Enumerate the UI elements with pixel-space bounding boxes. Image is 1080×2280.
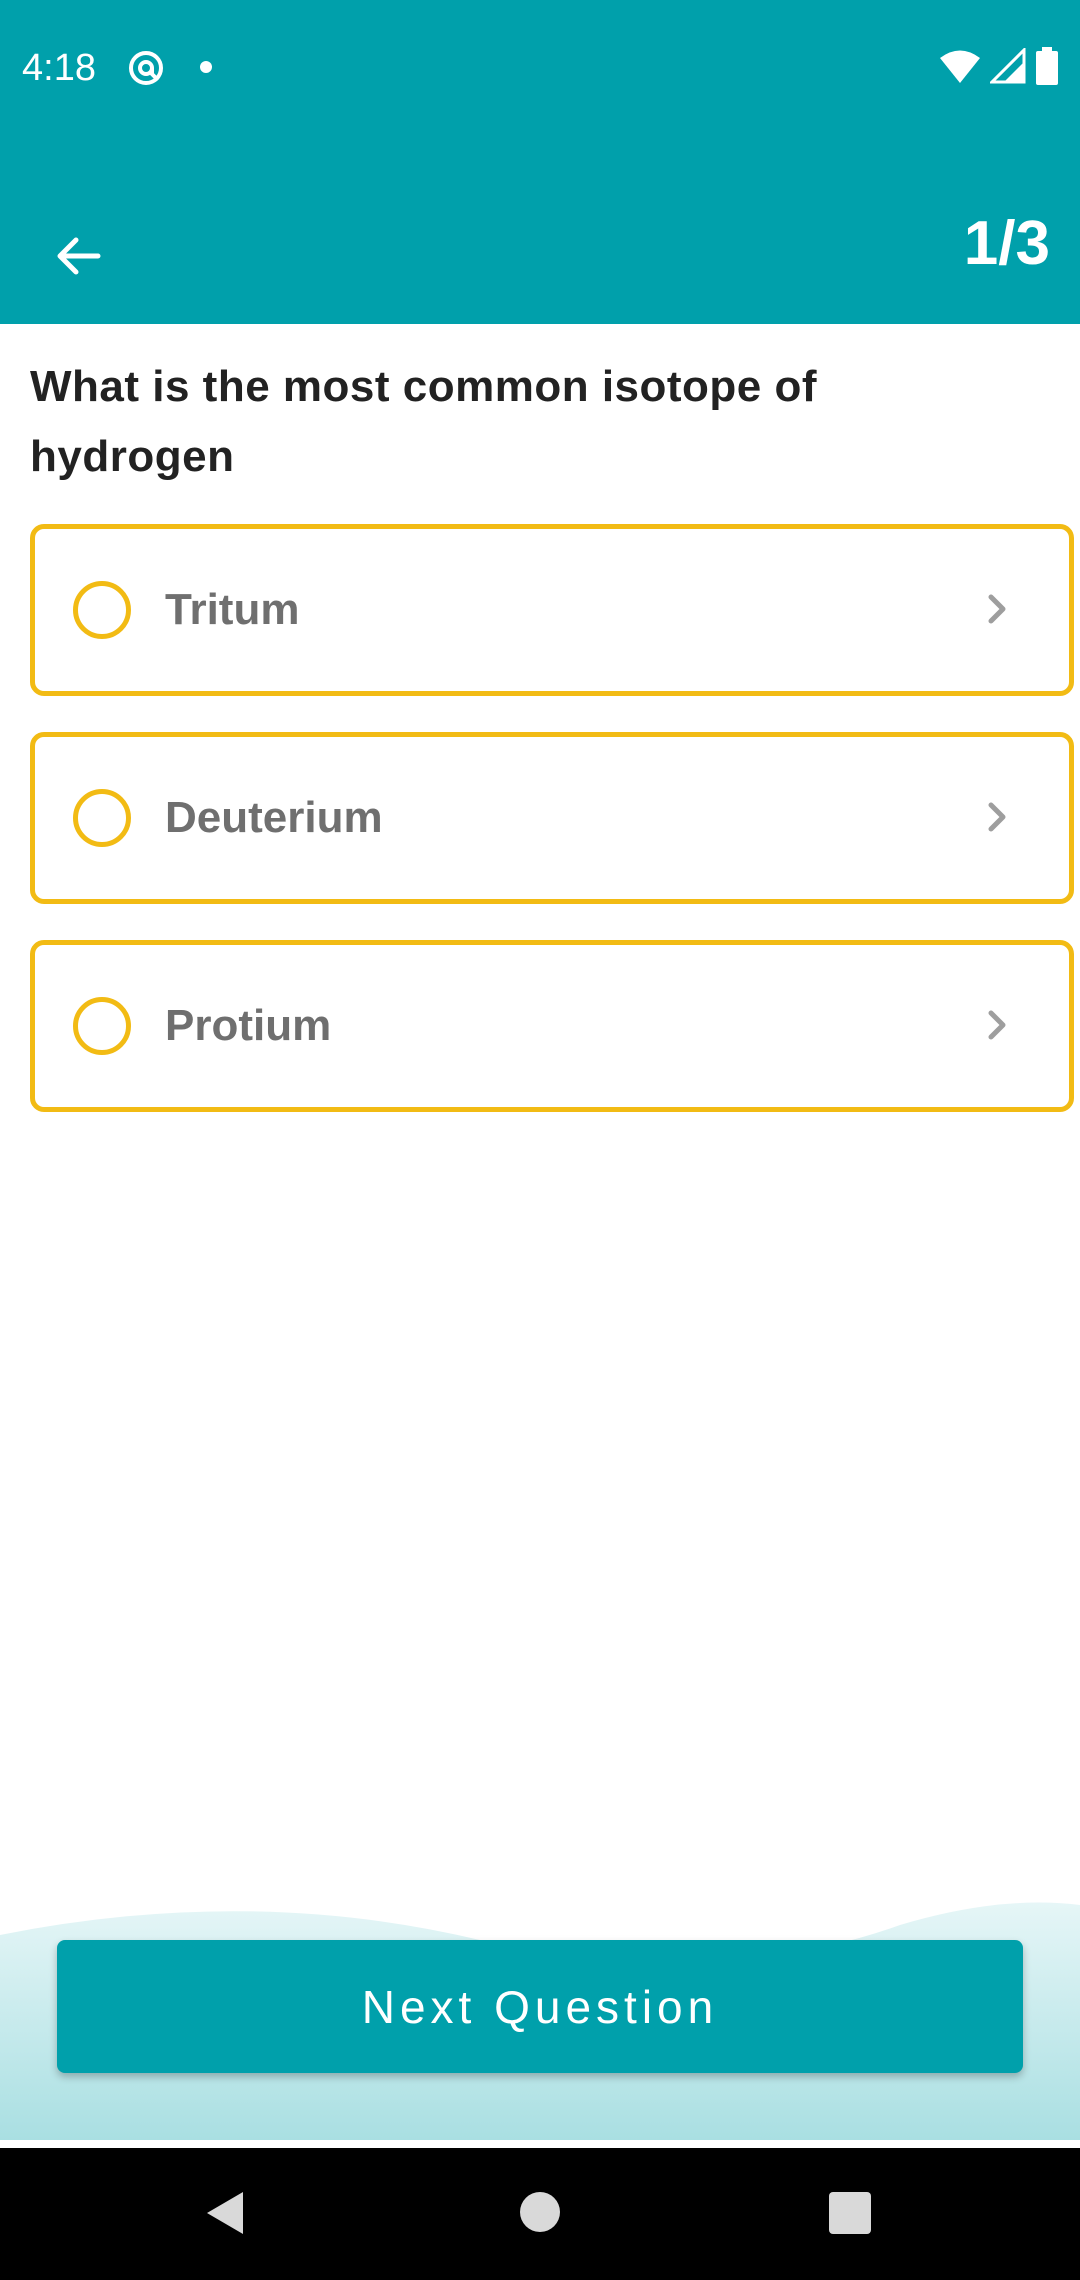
answer-option-tritum[interactable]: Tritum xyxy=(30,524,1074,696)
question-progress: 1/3 xyxy=(963,209,1050,278)
nav-recents-icon[interactable] xyxy=(829,2192,871,2234)
radio-icon[interactable] xyxy=(73,581,131,639)
question-text: What is the most common isotope of hydro… xyxy=(30,362,818,481)
answer-option-label: Deuterium xyxy=(165,793,383,842)
app-bar: 1/3 xyxy=(0,136,1080,324)
battery-icon xyxy=(1036,47,1058,85)
next-question-button[interactable]: Next Question xyxy=(57,1940,1023,2073)
chevron-right-icon xyxy=(988,594,1006,624)
status-time: 4:18 xyxy=(22,47,96,89)
radio-icon[interactable] xyxy=(73,997,131,1055)
at-sign-icon xyxy=(129,51,163,85)
chevron-right-icon xyxy=(988,1010,1006,1040)
chevron-right-icon xyxy=(988,802,1006,832)
answer-option-label: Tritum xyxy=(165,585,300,634)
status-icons xyxy=(940,46,1058,86)
answer-option-protium[interactable]: Protium xyxy=(30,940,1074,1112)
divider xyxy=(0,2140,1080,2148)
answer-option-deuterium[interactable]: Deuterium xyxy=(30,732,1074,904)
status-bar: 4:18 xyxy=(0,0,1080,136)
wifi-icon xyxy=(940,50,980,83)
cell-signal-icon xyxy=(990,48,1026,84)
answer-option-label: Protium xyxy=(165,1001,332,1050)
system-nav-bar xyxy=(0,2148,1080,2280)
radio-icon[interactable] xyxy=(73,789,131,847)
nav-home-icon[interactable] xyxy=(520,2192,560,2232)
arrow-left-icon[interactable] xyxy=(46,224,110,288)
notification-dot-icon xyxy=(200,61,212,73)
nav-back-icon[interactable] xyxy=(205,2190,245,2236)
